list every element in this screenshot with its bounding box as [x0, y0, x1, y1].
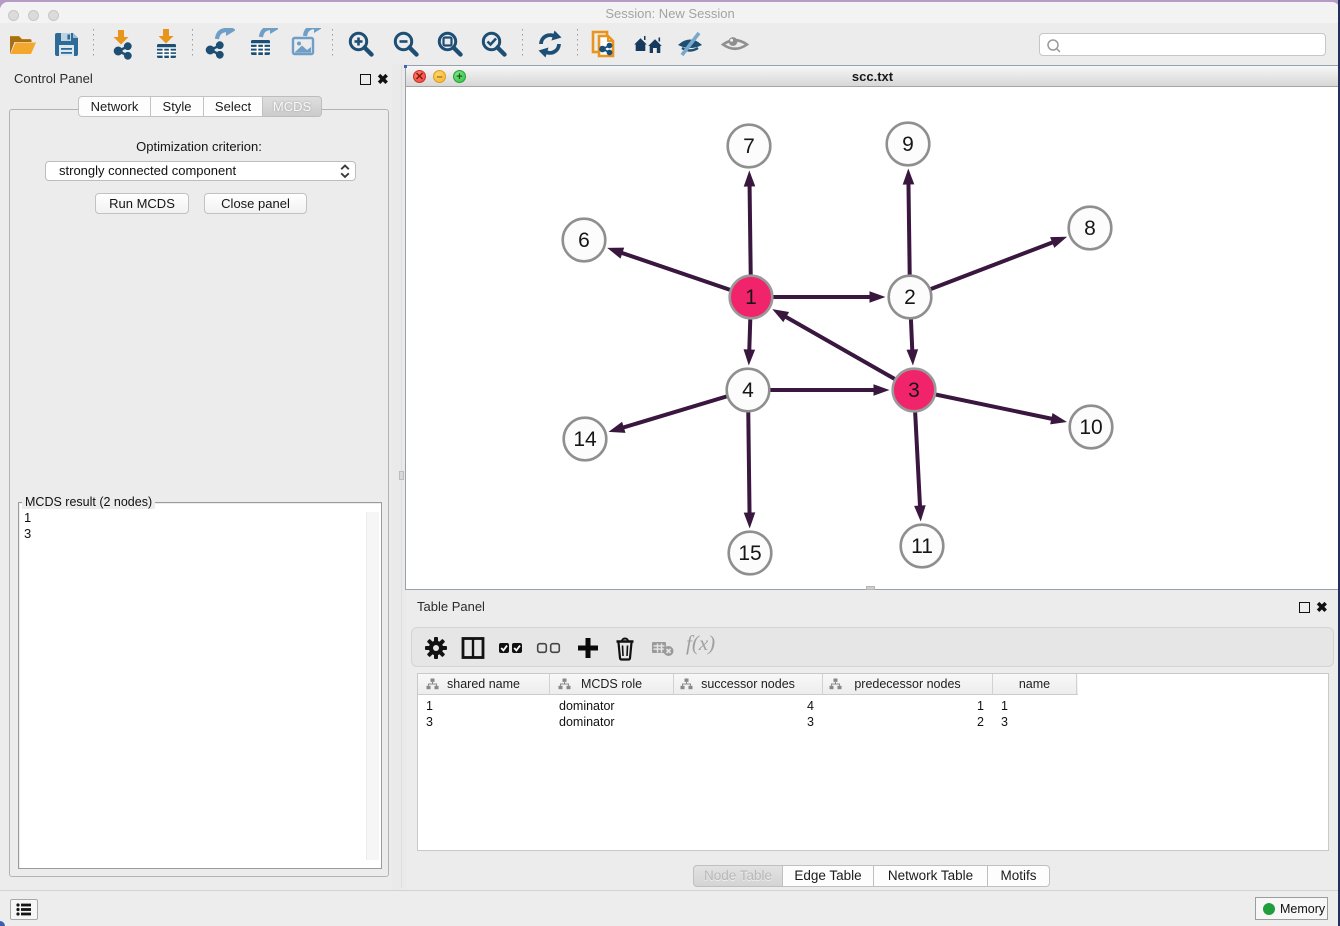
svg-text:7: 7 — [743, 135, 755, 158]
svg-text:15: 15 — [738, 542, 761, 565]
svg-text:1: 1 — [745, 286, 757, 309]
svg-text:14: 14 — [573, 428, 597, 451]
svg-text:2: 2 — [904, 286, 916, 309]
svg-text:3: 3 — [908, 379, 920, 402]
svg-text:10: 10 — [1079, 416, 1102, 439]
svg-text:8: 8 — [1084, 217, 1096, 240]
svg-text:9: 9 — [902, 133, 914, 156]
svg-text:6: 6 — [578, 229, 590, 252]
svg-text:11: 11 — [911, 535, 933, 558]
svg-text:4: 4 — [742, 379, 754, 402]
